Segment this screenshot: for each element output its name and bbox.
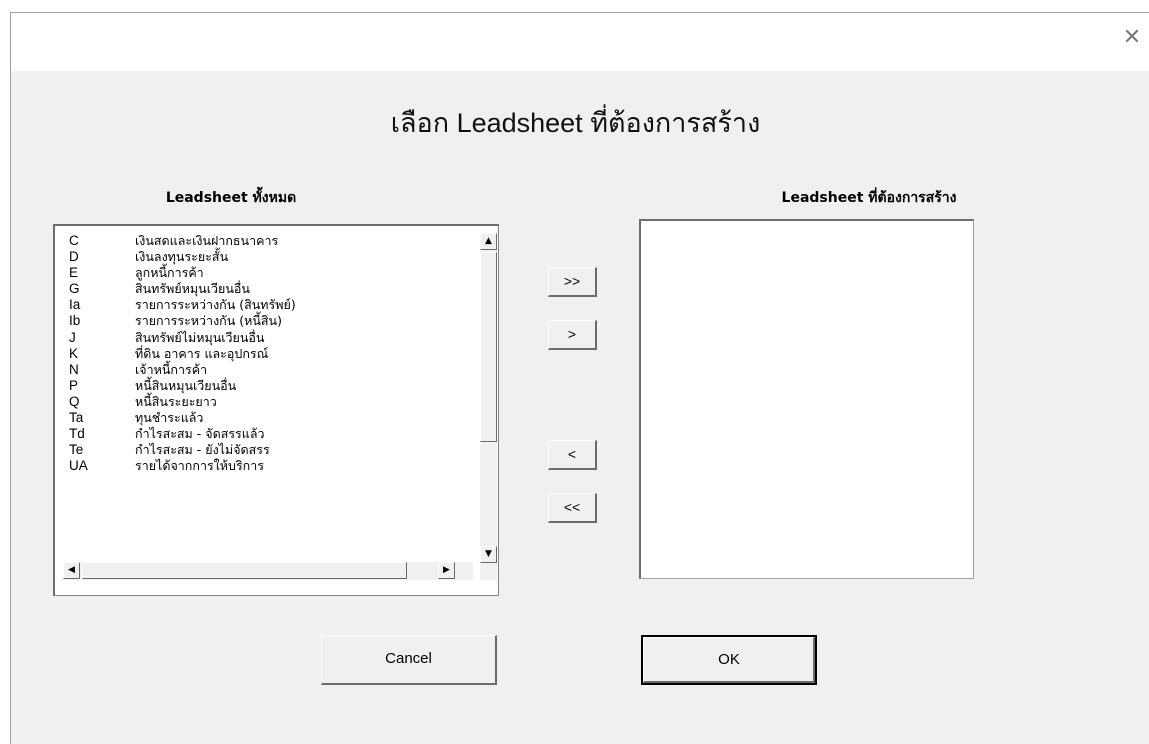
horizontal-scrollbar[interactable]: ◀ ▶ — [63, 562, 473, 580]
list-item-label: กำไรสะสม - ยังไม่จัดสรร — [135, 442, 270, 458]
ok-button-label: OK — [718, 651, 740, 668]
list-item[interactable]: UA รายได้จากการให้บริการ — [55, 458, 470, 474]
list-item-label: รายการระหว่างกัน (สินทรัพย์) — [135, 297, 296, 313]
add-all-button[interactable]: >> — [548, 267, 597, 297]
list-item-code: Te — [69, 442, 84, 458]
title-bar: ✕ — [11, 13, 1149, 71]
list-item-label: หนี้สินระยะยาว — [135, 393, 217, 409]
scroll-down-icon[interactable]: ▼ — [480, 546, 497, 563]
list-item-code: P — [69, 377, 79, 393]
add-one-button[interactable]: > — [548, 320, 597, 350]
scroll-up-icon[interactable]: ▲ — [480, 233, 497, 250]
list-item-code: G — [69, 281, 80, 297]
list-item-label: สินทรัพย์ไม่หมุนเวียนอื่น — [135, 329, 265, 345]
list-item-label: ทุนชำระแล้ว — [135, 410, 204, 426]
list-item-code: N — [69, 361, 79, 377]
scroll-left-icon[interactable]: ◀ — [63, 562, 80, 579]
ok-button[interactable]: OK — [641, 635, 817, 685]
list-item-label: กำไรสะสม - จัดสรรแล้ว — [135, 426, 265, 442]
list-item-label: เงินสดและเงินฝากธนาคาร — [135, 233, 279, 248]
list-item[interactable]: G สินทรัพย์หมุนเวียนอื่น — [55, 281, 470, 297]
list-item[interactable]: Te กำไรสะสม - ยังไม่จัดสรร — [55, 442, 470, 458]
list-item[interactable]: C เงินสดและเงินฝากธนาคาร — [55, 233, 470, 249]
list-item-code: Ta — [69, 410, 84, 426]
scrollbar-corner — [480, 563, 497, 580]
list-item[interactable]: Ia รายการระหว่างกัน (สินทรัพย์) — [55, 297, 470, 313]
list-item-code: Q — [69, 393, 80, 409]
all-leadsheets-header: Leadsheet ทั้งหมด — [165, 190, 297, 206]
all-leadsheets-items: C เงินสดและเงินฝากธนาคาร D เงินลงทุนระยะสั้… — [55, 233, 470, 474]
list-item[interactable]: P หนี้สินหมุนเวียนอื่น — [55, 378, 470, 394]
horizontal-scroll-thumb[interactable] — [82, 562, 407, 579]
list-item-code: J — [69, 329, 76, 345]
list-item[interactable]: E ลูกหนี้การค้า — [55, 265, 470, 281]
list-item-code: UA — [69, 458, 88, 474]
all-leadsheets-listbox[interactable]: C เงินสดและเงินฝากธนาคาร D เงินลงทุนระยะสั้… — [53, 224, 499, 596]
scroll-right-icon[interactable]: ▶ — [438, 562, 455, 579]
list-item[interactable]: Td กำไรสะสม - จัดสรรแล้ว — [55, 426, 470, 442]
list-item-label: หนี้สินหมุนเวียนอื่น — [135, 377, 237, 393]
list-item-code: D — [69, 249, 79, 265]
list-item[interactable]: Q หนี้สินระยะยาว — [55, 394, 470, 410]
list-item-label: ที่ดิน อาคาร และอุปกรณ์ — [135, 345, 269, 361]
remove-all-button[interactable]: << — [548, 493, 597, 523]
vertical-scrollbar[interactable]: ▲ ▼ — [480, 233, 497, 563]
list-item-label: รายการระหว่างกัน (หนี้สิน) — [135, 313, 282, 329]
list-item-code: Ia — [69, 297, 81, 313]
list-item-label: สินทรัพย์หมุนเวียนอื่น — [135, 281, 250, 297]
list-item-code: Ib — [69, 313, 81, 329]
selected-leadsheets-listbox[interactable] — [639, 219, 974, 579]
list-item-label: รายได้จากการให้บริการ — [135, 458, 264, 474]
list-item-code: C — [69, 233, 79, 248]
dialog-title: เลือก Leadsheet ที่ต้องการสร้าง — [390, 108, 761, 138]
list-item-label: เจ้าหนี้การค้า — [135, 361, 208, 377]
cancel-button[interactable]: Cancel — [321, 635, 497, 685]
list-item-code: E — [69, 265, 79, 281]
list-item[interactable]: J สินทรัพย์ไม่หมุนเวียนอื่น — [55, 330, 470, 346]
list-item[interactable]: Ib รายการระหว่างกัน (หนี้สิน) — [55, 313, 470, 329]
close-icon[interactable]: ✕ — [1117, 23, 1147, 53]
list-item-label: เงินลงทุนระยะสั้น — [135, 249, 229, 265]
list-item[interactable]: N เจ้าหนี้การค้า — [55, 362, 470, 378]
remove-one-button[interactable]: < — [548, 440, 597, 470]
vertical-scroll-thumb[interactable] — [480, 252, 497, 442]
list-item-label: ลูกหนี้การค้า — [135, 265, 204, 281]
dialog-window: ✕ เลือก Leadsheet ที่ต้องการสร้าง Leadsh… — [10, 12, 1149, 744]
list-item[interactable]: D เงินลงทุนระยะสั้น — [55, 249, 470, 265]
list-item[interactable]: K ที่ดิน อาคาร และอุปกรณ์ — [55, 346, 470, 362]
list-item-code: K — [69, 345, 79, 361]
selected-leadsheets-header: Leadsheet ที่ต้องการสร้าง — [781, 190, 957, 206]
list-item-code: Td — [69, 426, 85, 442]
list-item[interactable]: Ta ทุนชำระแล้ว — [55, 410, 470, 426]
